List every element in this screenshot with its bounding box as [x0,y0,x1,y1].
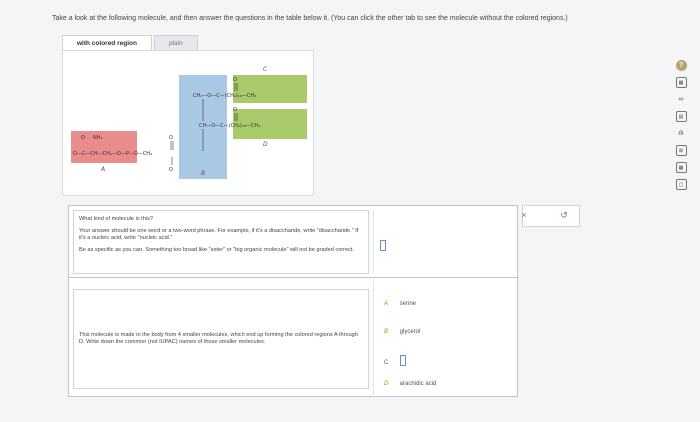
answer-1-cell [373,210,515,274]
question-2-cell: This molecule is made in the body from 4… [73,289,369,389]
book-icon[interactable]: ▢ [675,179,687,190]
region-label-c: C [263,66,268,73]
answer-value-a[interactable]: serine [400,301,416,307]
question-row-2: This molecule is made in the body from 4… [69,279,519,397]
question-1-cell: What kind of molecule is this? Your answ… [73,210,369,274]
answer-row-c: C [384,353,406,366]
action-box [522,205,580,227]
answer-letter-c: C [384,360,389,366]
infinity-icon[interactable]: ∞ [676,94,687,105]
answer-value-b[interactable]: glycerol [400,329,421,335]
region-label-a: A [100,166,105,173]
answer-row-b: B glycerol [384,327,420,337]
region-label-d: D [263,141,268,148]
region-label-b: B [201,170,205,177]
molecule-type-input[interactable] [380,240,386,251]
tab-bar: with colored region plain [62,35,198,51]
molecule-diagram: C D A B CH₂—O—C—(CH₂)₁₆—CH₃ O CH—O—C—(CH… [71,66,307,179]
grid-icon[interactable]: ▦ [675,162,687,173]
clear-button[interactable]: × [518,209,530,221]
answer-row-a: A serine [384,299,416,309]
phosphate-o-top: O [169,135,173,141]
head-group-chain: O—C—CH—CH₂—O—P—O—CH₂ [73,151,152,157]
tab-with-colored-region[interactable]: with colored region [62,35,152,51]
answer-value-d[interactable]: arachidic acid [400,381,437,387]
question-table: What kind of molecule is this? Your answ… [68,205,519,397]
answer-row-d: D arachidic acid [384,379,436,389]
nh3-group: NH₃ [93,135,103,141]
instructions-text: Take a look at the following molecule, a… [52,15,568,22]
answer-letter-a: A [384,301,389,307]
ruler-icon[interactable]: ⊠ [675,145,687,156]
question-1-prompt: What kind of molecule is this? [79,216,153,222]
answer-input-c[interactable] [399,355,406,366]
answer-letter-b: B [384,329,389,335]
tab-plain[interactable]: plain [153,35,198,51]
middle-carbonyl-o: O [233,107,237,113]
question-1-hint-2: Be as specific as you can. Something too… [79,247,355,253]
question-row-1: What kind of molecule is this? Your answ… [69,206,519,278]
upper-carbonyl-o: O [233,77,237,83]
phosphate-o-bottom: O [169,167,173,173]
answer-2-cell: A serine B glycerol C D arachidic acid [373,279,515,397]
answer-letter-d: D [384,381,389,387]
question-1-hint-1: Your answer should be one word or a two-… [79,228,359,241]
molecule-panel: C D A B CH₂—O—C—(CH₂)₁₆—CH₃ O CH—O—C—(CH… [62,50,314,196]
help-icon[interactable]: ? [675,60,687,71]
calculator-icon[interactable]: ▦ [675,77,687,88]
chart-icon[interactable]: ılı [676,128,687,139]
head-carbonyl-o: O [81,135,85,141]
question-2-prompt: This molecule is made in the body from 4… [79,332,358,345]
table-icon[interactable]: ▤ [675,111,687,122]
right-toolbar: ? ▦ ∞ ▤ ılı ⊠ ▦ ▢ [674,60,688,190]
upper-chain: CH₂—O—C—(CH₂)₁₆—CH₃ [193,93,256,99]
middle-chain: CH—O—C—(CH₂)₁₈—CH₃ [199,123,260,129]
undo-button[interactable]: ↺ [558,209,570,221]
